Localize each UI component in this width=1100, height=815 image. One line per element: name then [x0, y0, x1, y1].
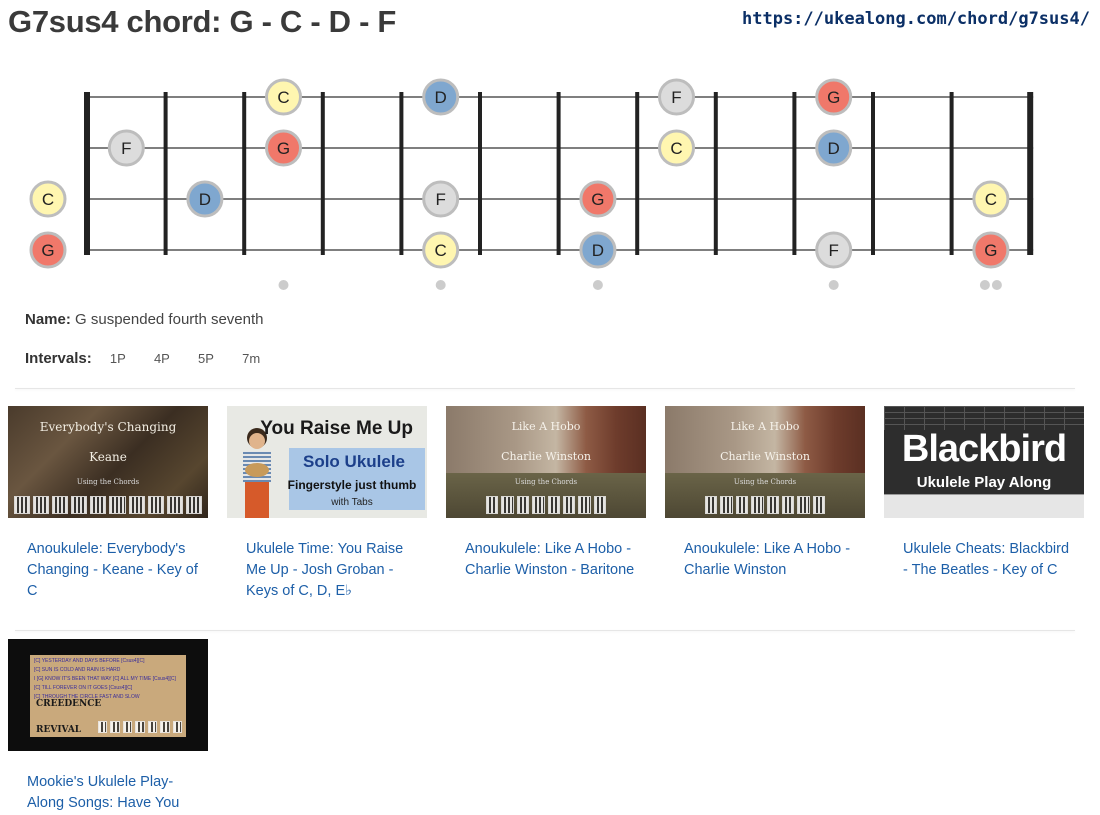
section-divider: [15, 388, 1075, 389]
interval-item: 4P: [153, 351, 170, 366]
page-url[interactable]: https://ukealong.com/chord/g7sus4/: [742, 9, 1090, 29]
interval-item: 1P: [109, 351, 126, 366]
note-label: G: [827, 88, 840, 107]
video-title-link[interactable]: Anoukulele: Like A Hobo - Charlie Winsto…: [446, 539, 646, 581]
note-label: C: [435, 241, 447, 260]
page-title: G7sus4 chord: G - C - D - F: [8, 4, 397, 39]
note-label: G: [41, 241, 54, 260]
chord-strip: [705, 496, 825, 514]
video-thumbnail[interactable]: Like A Hobo Charlie Winston Using the Ch…: [665, 406, 865, 518]
intervals-row: Intervals: 1P 4P 5P 7m: [25, 350, 272, 367]
thumbnail-note: Fingerstyle just thumb: [287, 478, 417, 492]
note-label: G: [591, 190, 604, 209]
section-divider: [15, 630, 1075, 631]
thumbnail-lyric-line: [C] YESTERDAY AND DAYS BEFORE [Csus4][C]: [34, 658, 145, 664]
thumbnail-title: Like A Hobo: [511, 420, 581, 433]
thumbnail-title: You Raise Me Up: [260, 418, 413, 439]
thumbnail-artist: Charlie Winston: [720, 450, 810, 463]
thumbnail-artist: Charlie Winston: [501, 450, 591, 463]
video-card[interactable]: Like A Hobo Charlie Winston Using the Ch…: [446, 406, 646, 581]
chord-name-label: Name:: [25, 311, 71, 328]
note-label: C: [670, 139, 682, 158]
note-label: G: [984, 241, 997, 260]
video-thumbnail[interactable]: Like A Hobo Charlie Winston Using the Ch…: [446, 406, 646, 518]
video-thumbnail[interactable]: You Raise Me Up Solo Ukulele Fingerstyle…: [227, 406, 427, 518]
video-card[interactable]: Everybody's Changing Keane Using the Cho…: [8, 406, 208, 602]
thumbnail-subtitle: Ukulele Play Along: [916, 474, 1052, 491]
video-card[interactable]: [C] YESTERDAY AND DAYS BEFORE [Csus4][C]…: [8, 639, 208, 814]
thumbnail-title: Like A Hobo: [730, 420, 800, 433]
note-label: D: [199, 190, 211, 209]
video-title-link[interactable]: Ukulele Cheats: Blackbird - The Beatles …: [884, 539, 1084, 581]
fret-marker-dot: [828, 280, 839, 290]
fret-marker-dot: [278, 280, 289, 290]
thumbnail-note: with Tabs: [331, 497, 373, 508]
chord-name-value: G suspended fourth seventh: [75, 311, 264, 328]
note-label: C: [42, 190, 54, 209]
chord-strip: [14, 496, 202, 514]
video-title-link[interactable]: Anoukulele: Like A Hobo - Charlie Winsto…: [665, 539, 865, 581]
thumbnail-brand: CREEDENCE: [36, 699, 102, 709]
note-label: G: [277, 139, 290, 158]
fret-marker-dot: [592, 280, 603, 290]
note-label: C: [985, 190, 997, 209]
thumbnail-note: Using the Chords: [514, 478, 578, 486]
fret-marker-dot: [979, 280, 990, 290]
note-label: F: [121, 139, 131, 158]
fret-marker-dot: [435, 280, 446, 290]
note-label: F: [829, 241, 839, 260]
note-label: C: [277, 88, 289, 107]
thumbnail-brand: REVIVAL: [36, 725, 82, 735]
video-thumbnail[interactable]: [C] YESTERDAY AND DAYS BEFORE [Csus4][C]…: [8, 639, 208, 751]
note-label: D: [828, 139, 840, 158]
thumbnail-title: Everybody's Changing: [39, 420, 177, 434]
fret-marker-dot: [991, 280, 1002, 290]
thumbnail-note: Using the Chords: [733, 478, 797, 486]
thumbnail-subtitle: Solo Ukulele: [302, 452, 406, 471]
note-label: F: [671, 88, 681, 107]
video-thumbnail[interactable]: Blackbird Ukulele Play Along: [884, 406, 1084, 518]
thumbnail-lyric-line: [C] TILL FOREVER ON IT GOES [Csus4][C]: [34, 685, 133, 691]
intervals-label: Intervals:: [25, 350, 92, 367]
note-label: F: [436, 190, 446, 209]
fretboard-diagram: C D F G F G C D C D F G C G C D F G: [29, 78, 1034, 290]
thumbnail-note: Using the Chords: [76, 478, 140, 486]
video-title-link[interactable]: Mookie's Ukulele Play-Along Songs: Have …: [8, 772, 208, 814]
video-title-link[interactable]: Anoukulele: Everybody's Changing - Keane…: [8, 539, 208, 602]
note-label: D: [592, 241, 604, 260]
chord-strip: [98, 721, 182, 733]
interval-item: 5P: [198, 351, 214, 366]
note-label: D: [435, 88, 447, 107]
thumbnail-lyric-line: [C] SUN IS COLD AND RAIN IS HARD: [34, 667, 121, 673]
video-card[interactable]: Like A Hobo Charlie Winston Using the Ch…: [665, 406, 865, 581]
thumbnail-lyric-line: I [G] KNOW IT'S BEEN THAT WAY [C] ALL MY…: [34, 676, 176, 682]
thumbnail-title: Blackbird: [901, 428, 1067, 470]
interval-item: 7m: [242, 351, 261, 366]
chord-strip: [486, 496, 606, 514]
video-title-link[interactable]: Ukulele Time: You Raise Me Up - Josh Gro…: [227, 539, 427, 602]
chord-name-row: Name: G suspended fourth seventh: [25, 311, 264, 328]
video-thumbnail[interactable]: Everybody's Changing Keane Using the Cho…: [8, 406, 208, 518]
video-card[interactable]: Blackbird Ukulele Play Along Ukulele Che…: [884, 406, 1084, 581]
thumbnail-artist: Keane: [89, 450, 127, 464]
video-card[interactable]: You Raise Me Up Solo Ukulele Fingerstyle…: [227, 406, 427, 602]
